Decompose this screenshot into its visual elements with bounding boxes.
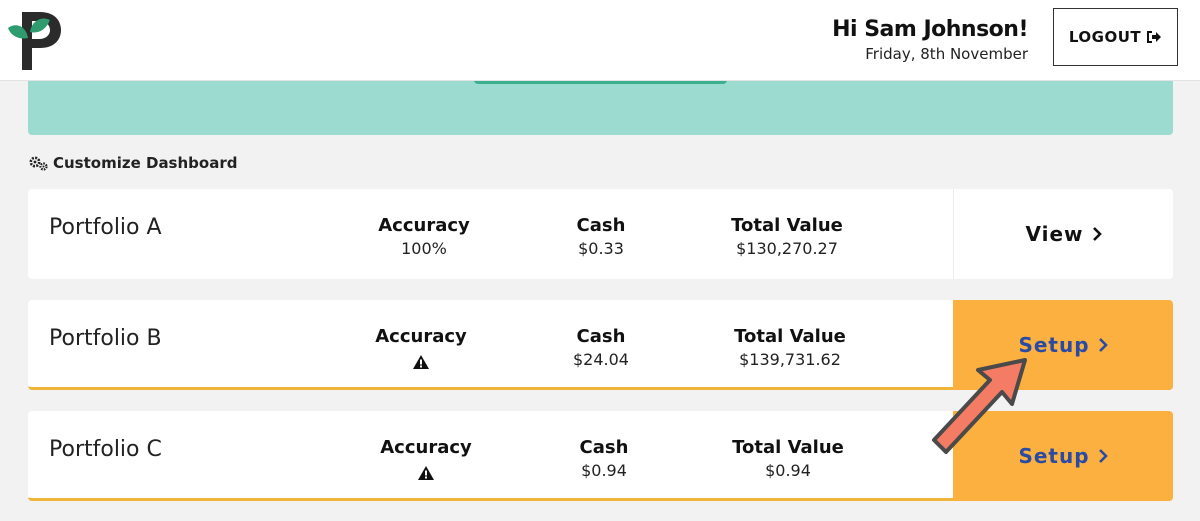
accuracy-metric: Accuracy 100% xyxy=(344,215,504,261)
gears-icon xyxy=(29,156,48,171)
cash-label: Cash xyxy=(576,215,626,236)
cash-label: Cash xyxy=(576,326,626,347)
total-value-label: Total Value xyxy=(731,215,843,236)
cash-metric: Cash $0.94 xyxy=(524,437,684,483)
portfolio-name: Portfolio A xyxy=(49,215,162,240)
total-value-value: $0.94 xyxy=(765,461,811,480)
logout-label: LOGOUT xyxy=(1068,28,1142,46)
greeting-name: Hi Sam Johnson! xyxy=(832,17,1028,42)
accuracy-label: Accuracy xyxy=(380,437,472,458)
annotation-arrow-icon xyxy=(932,358,1027,454)
user-greeting: Hi Sam Johnson! Friday, 8th November xyxy=(832,16,1028,64)
cash-metric: Cash $24.04 xyxy=(521,326,681,372)
portfolio-name: Portfolio B xyxy=(49,326,162,351)
total-value-metric: Total Value $0.94 xyxy=(708,437,868,483)
total-value-label: Total Value xyxy=(732,437,844,458)
accuracy-label: Accuracy xyxy=(375,326,467,347)
chevron-right-icon xyxy=(1092,227,1102,241)
cash-value: $24.04 xyxy=(573,350,629,369)
accuracy-metric: Accuracy xyxy=(341,326,501,372)
total-value-value: $139,731.62 xyxy=(739,350,841,369)
customize-dashboard-link[interactable]: Customize Dashboard xyxy=(28,154,237,172)
accuracy-metric: Accuracy xyxy=(346,437,506,483)
accuracy-value: 100% xyxy=(401,239,447,258)
chevron-right-icon xyxy=(1098,449,1108,463)
cash-metric: Cash $0.33 xyxy=(521,215,681,261)
greeting-date: Friday, 8th November xyxy=(865,45,1028,63)
warning-icon xyxy=(418,466,434,480)
top-header: Hi Sam Johnson! Friday, 8th November LOG… xyxy=(0,0,1200,81)
chevron-right-icon xyxy=(1098,338,1108,352)
total-value-metric: Total Value $130,270.27 xyxy=(707,215,867,261)
portfolio-card-a: Portfolio A Accuracy 100% Cash $0.33 Tot… xyxy=(28,189,1173,279)
total-value-label: Total Value xyxy=(734,326,846,347)
leaf-p-logo-icon[interactable] xyxy=(6,8,62,70)
sign-out-icon xyxy=(1147,31,1162,43)
warning-icon xyxy=(413,355,429,369)
cash-label: Cash xyxy=(579,437,629,458)
total-value-metric: Total Value $139,731.62 xyxy=(710,326,870,372)
cash-value: $0.94 xyxy=(581,461,627,480)
logout-button[interactable]: LOGOUT xyxy=(1053,8,1178,66)
accuracy-label: Accuracy xyxy=(378,215,470,236)
total-value-value: $130,270.27 xyxy=(736,239,838,258)
view-label: View xyxy=(1025,222,1084,246)
view-button[interactable]: View xyxy=(953,189,1173,279)
cash-value: $0.33 xyxy=(578,239,624,258)
portfolio-name: Portfolio C xyxy=(49,437,162,462)
customize-label: Customize Dashboard xyxy=(53,154,238,172)
